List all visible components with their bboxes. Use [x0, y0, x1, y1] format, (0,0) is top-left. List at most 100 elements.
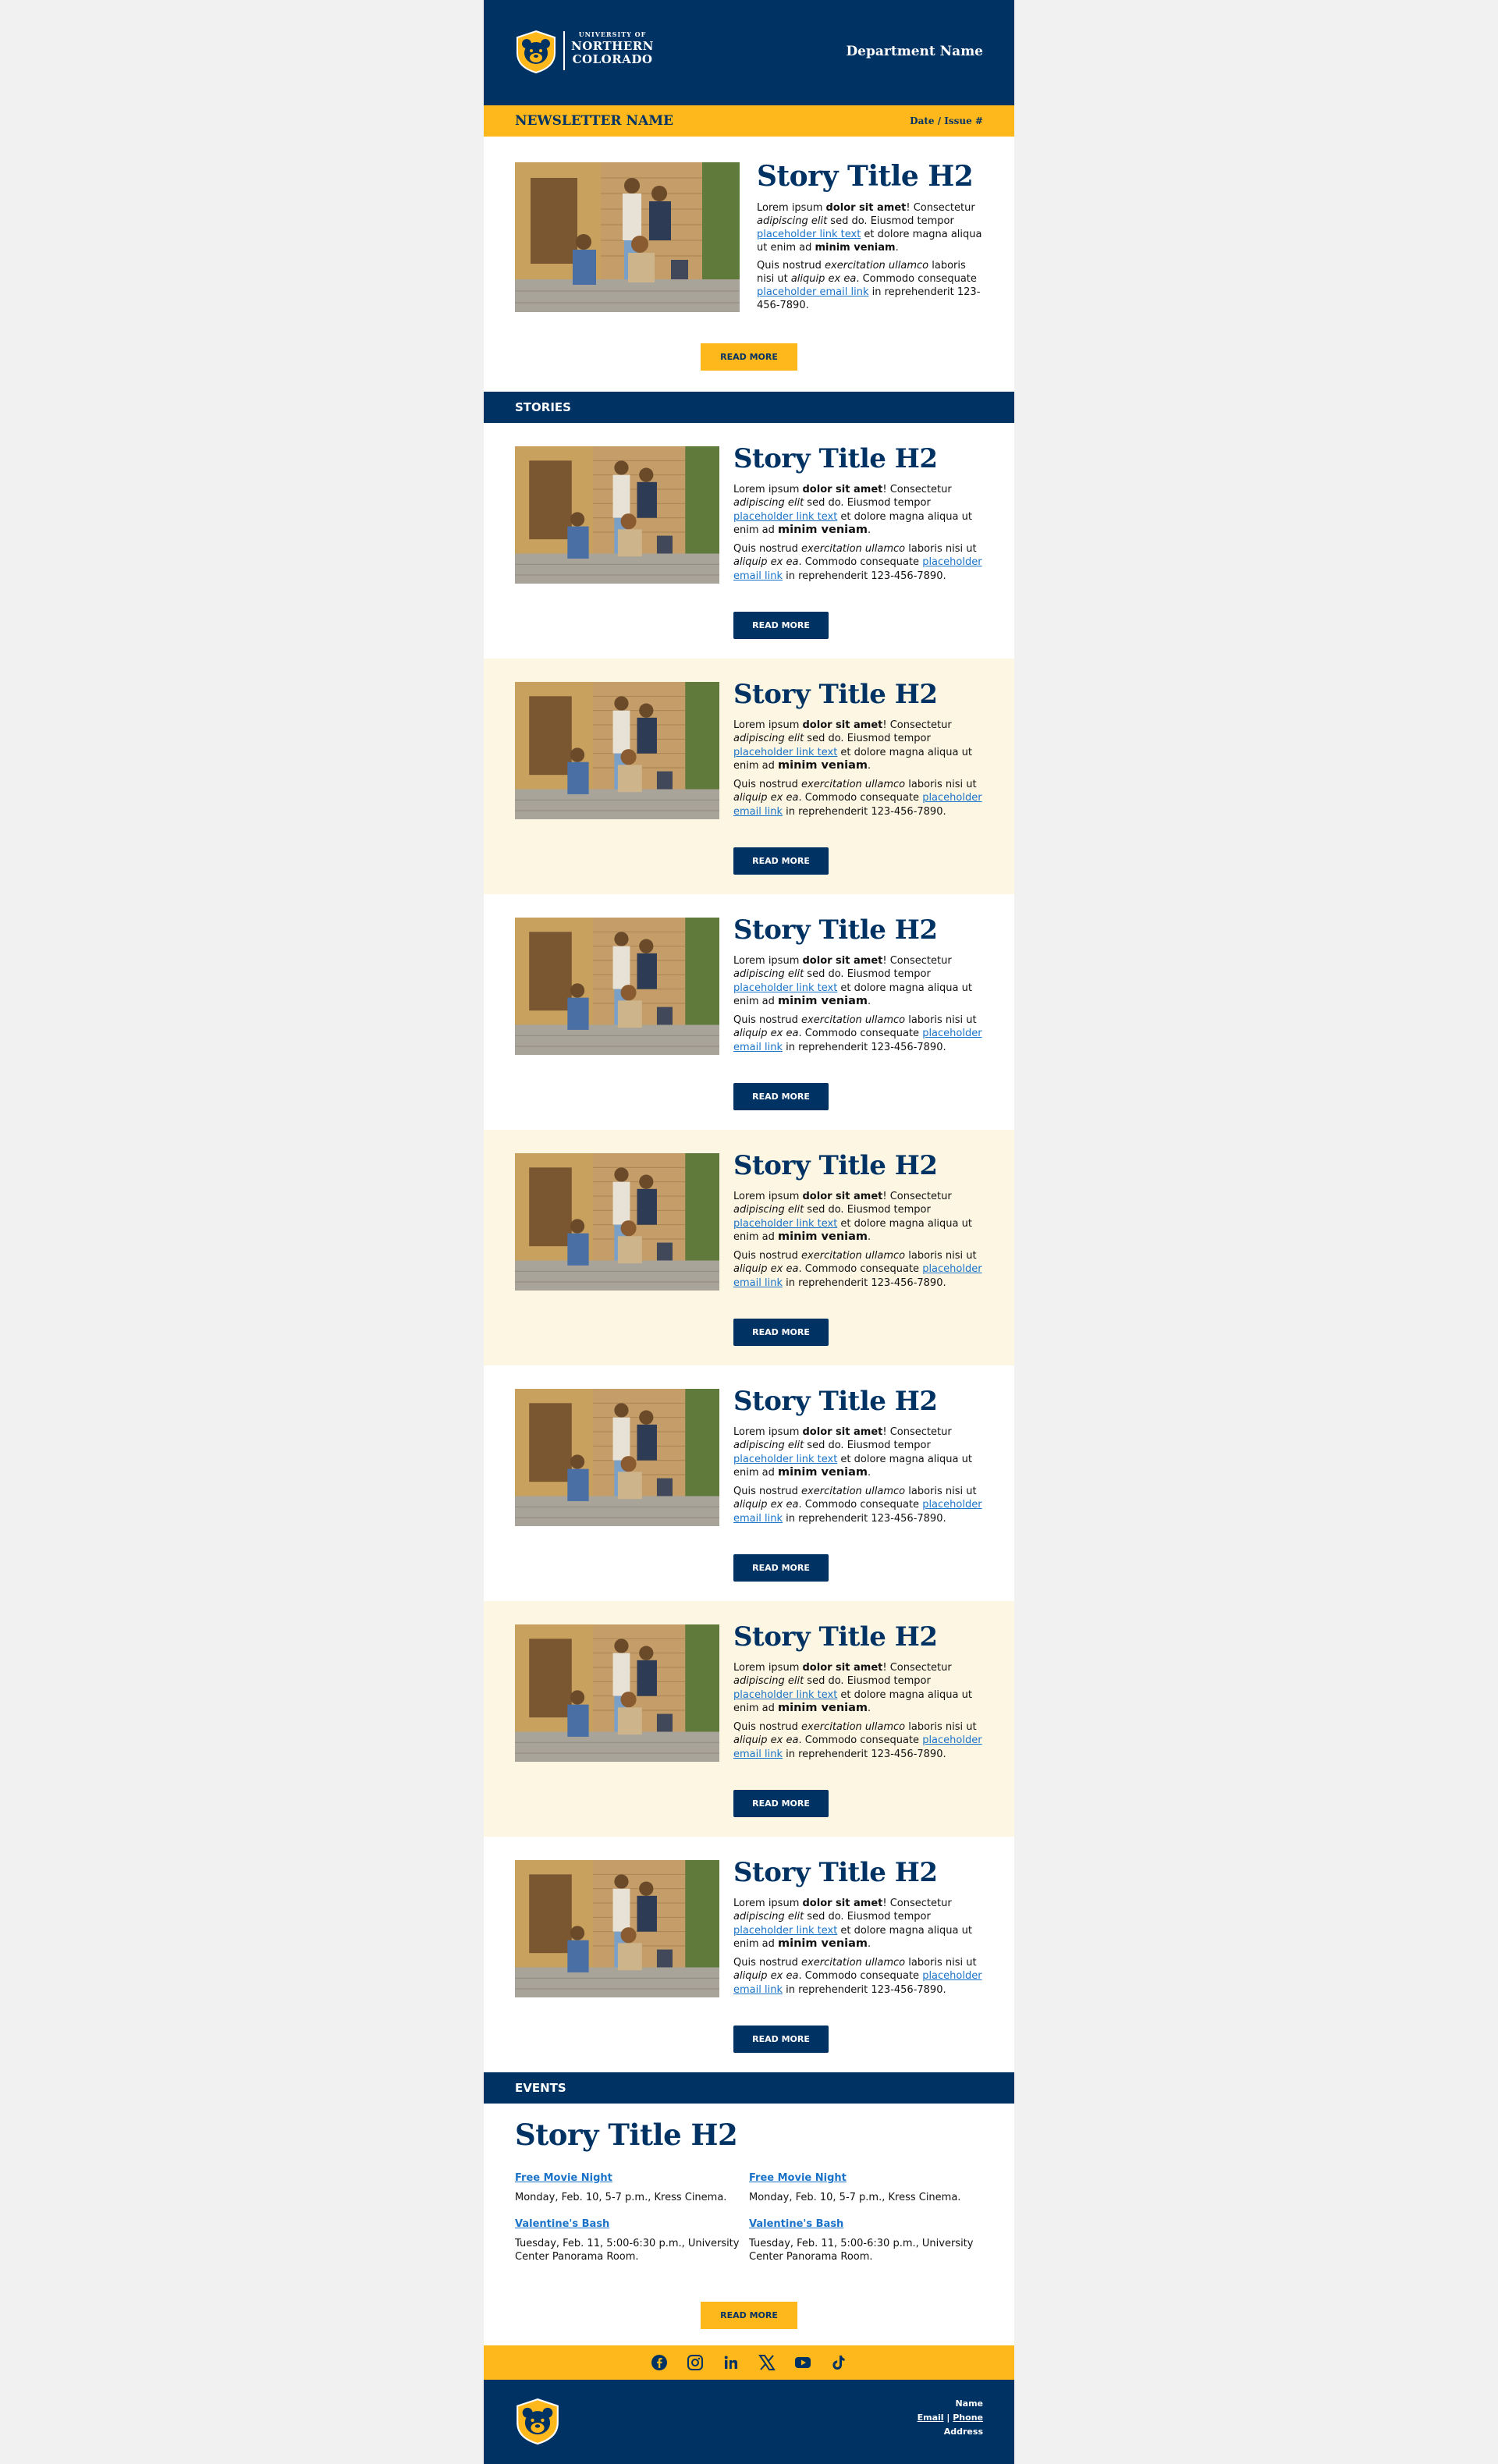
text-bold: dolor sit amet	[802, 1190, 883, 1202]
stories-header: STORIES	[484, 392, 1014, 423]
tiktok-icon[interactable]	[829, 2353, 848, 2372]
story-paragraph-1: Lorem ipsum dolor sit amet! Consectetur …	[733, 954, 983, 1009]
text: Lorem ipsum	[757, 202, 826, 215]
story-paragraph-1: Lorem ipsum dolor sit amet! Consectetur …	[733, 483, 983, 538]
story-paragraph-2: Quis nostrud exercitation ullamco labori…	[733, 1249, 983, 1291]
text-italic: adipiscing elit	[733, 1911, 804, 1923]
placeholder-link[interactable]: placeholder link text	[733, 982, 837, 994]
story-title: Story Title H2	[733, 914, 938, 946]
footer-separator: |	[943, 2413, 953, 2423]
facebook-icon[interactable]	[650, 2353, 669, 2372]
text: Quis nostrud	[733, 1720, 802, 1733]
story-photo	[515, 1389, 719, 1526]
text: ! Consectetur	[906, 202, 975, 215]
read-more-button[interactable]: READ MORE	[733, 1083, 829, 1110]
text: sed do. Eiusmod tempor	[804, 1440, 931, 1452]
read-more-button[interactable]: READ MORE	[701, 343, 797, 371]
placeholder-link[interactable]: placeholder link text	[733, 1218, 837, 1230]
read-more-button[interactable]: READ MORE	[733, 847, 829, 875]
story-paragraph-1: Lorem ipsum dolor sit amet! Consectetur …	[757, 201, 983, 254]
text-bold: dolor sit amet	[802, 1425, 883, 1438]
event-title-link[interactable]: Valentine's Bash	[749, 2218, 975, 2230]
text: in reprehenderit 123-456-7890.	[782, 805, 946, 818]
placeholder-link[interactable]: placeholder link text	[733, 1689, 837, 1701]
read-more-button[interactable]: READ MORE	[733, 612, 829, 639]
story-text: Story Title H2 Lorem ipsum dolor sit ame…	[733, 914, 983, 1059]
text: sed do. Eiusmod tempor	[827, 215, 954, 228]
text: Lorem ipsum	[733, 954, 803, 967]
text: ! Consectetur	[882, 1661, 952, 1674]
text: ! Consectetur	[882, 1190, 952, 1202]
text-italic: exercitation ullamco	[801, 778, 906, 790]
text-italic: adipiscing elit	[733, 1204, 804, 1216]
placeholder-link[interactable]: placeholder link text	[733, 1454, 837, 1465]
story-paragraph-1: Lorem ipsum dolor sit amet! Consectetur …	[733, 1661, 983, 1716]
event-item: Valentine's Bash Tuesday, Feb. 11, 5:00-…	[515, 2218, 741, 2263]
story-photo	[515, 162, 740, 312]
footer-email-link[interactable]: Email	[918, 2413, 944, 2423]
featured-story: Story Title H2 Lorem ipsum dolor sit ame…	[484, 137, 1014, 392]
stories-list: Story Title H2 Lorem ipsum dolor sit ame…	[484, 423, 1014, 2072]
text: sed do. Eiusmod tempor	[804, 1204, 931, 1216]
events-header: EVENTS	[484, 2072, 1014, 2104]
story-text: Story Title H2 Lorem ipsum dolor sit ame…	[733, 679, 983, 823]
text-bold: dolor sit amet	[802, 719, 883, 731]
text: .	[868, 1938, 871, 1951]
text: . Commodo consequate	[798, 1734, 923, 1747]
linkedin-icon[interactable]	[722, 2353, 740, 2372]
story-title: Story Title H2	[733, 1857, 938, 1888]
text: in reprehenderit 123-456-7890.	[782, 1041, 946, 1053]
read-more-button[interactable]: READ MORE	[733, 2026, 829, 2053]
placeholder-link[interactable]: placeholder link text	[733, 1925, 837, 1937]
text: in reprehenderit 123-456-7890.	[782, 1983, 946, 1996]
text: ! Consectetur	[882, 954, 952, 967]
text: laboris nisi ut	[905, 1014, 977, 1026]
text: .	[868, 524, 871, 537]
text-bold: minim veniam	[778, 524, 868, 537]
text-italic: aliquip ex ea	[733, 556, 799, 569]
text-italic: aliquip ex ea	[733, 1499, 799, 1511]
header: UNIVERSITY OF NORTHERN COLORADO Departme…	[484, 0, 1014, 105]
text: sed do. Eiusmod tempor	[804, 497, 931, 509]
text: in reprehenderit 123-456-7890.	[782, 1512, 946, 1525]
instagram-icon[interactable]	[686, 2353, 705, 2372]
text: Lorem ipsum	[733, 1661, 803, 1674]
placeholder-link[interactable]: placeholder link text	[733, 511, 837, 523]
read-more-button[interactable]: READ MORE	[733, 1790, 829, 1817]
text: Lorem ipsum	[733, 1190, 803, 1202]
newsletter-email: UNIVERSITY OF NORTHERN COLORADO Departme…	[484, 0, 1014, 2464]
text: . Commodo consequate	[798, 1499, 923, 1511]
story-title: Story Title H2	[733, 1386, 938, 1417]
read-more-button[interactable]: READ MORE	[733, 1554, 829, 1582]
footer-phone-link[interactable]: Phone	[953, 2413, 983, 2423]
read-more-button[interactable]: READ MORE	[733, 1319, 829, 1346]
placeholder-link[interactable]: placeholder link text	[757, 229, 861, 240]
story-paragraph-1: Lorem ipsum dolor sit amet! Consectetur …	[733, 719, 983, 773]
story-text: Story Title H2 Lorem ipsum dolor sit ame…	[733, 443, 983, 588]
text-italic: exercitation ullamco	[801, 1014, 906, 1026]
story-paragraph-2: Quis nostrud exercitation ullamco labori…	[757, 259, 983, 312]
text-bold: minim veniam	[778, 1466, 868, 1479]
event-title-link[interactable]: Valentine's Bash	[515, 2218, 741, 2230]
story-text: Story Title H2 Lorem ipsum dolor sit ame…	[733, 1621, 983, 1766]
text: laboris nisi ut	[905, 542, 977, 555]
text-bold: minim veniam	[778, 1937, 868, 1951]
events-title: Story Title H2	[515, 2118, 738, 2152]
event-title-link[interactable]: Free Movie Night	[515, 2172, 741, 2184]
text: sed do. Eiusmod tempor	[804, 1911, 931, 1923]
read-more-button[interactable]: READ MORE	[701, 2302, 797, 2329]
x-icon[interactable]	[758, 2353, 776, 2372]
story-paragraph-2: Quis nostrud exercitation ullamco labori…	[733, 778, 983, 819]
event-description: Monday, Feb. 10, 5-7 p.m., Kress Cinema.	[515, 2192, 727, 2203]
text: Quis nostrud	[733, 1956, 802, 1969]
youtube-icon[interactable]	[793, 2353, 812, 2372]
text: Quis nostrud	[733, 542, 802, 555]
event-title-link[interactable]: Free Movie Night	[749, 2172, 975, 2184]
story-title: Story Title H2	[733, 1150, 938, 1181]
newsletter-name: NEWSLETTER NAME	[515, 113, 673, 129]
email-link[interactable]: placeholder email link	[757, 286, 868, 298]
text: ! Consectetur	[882, 719, 952, 731]
text: . Commodo consequate	[856, 273, 977, 286]
social-bar	[484, 2345, 1014, 2380]
placeholder-link[interactable]: placeholder link text	[733, 747, 837, 758]
